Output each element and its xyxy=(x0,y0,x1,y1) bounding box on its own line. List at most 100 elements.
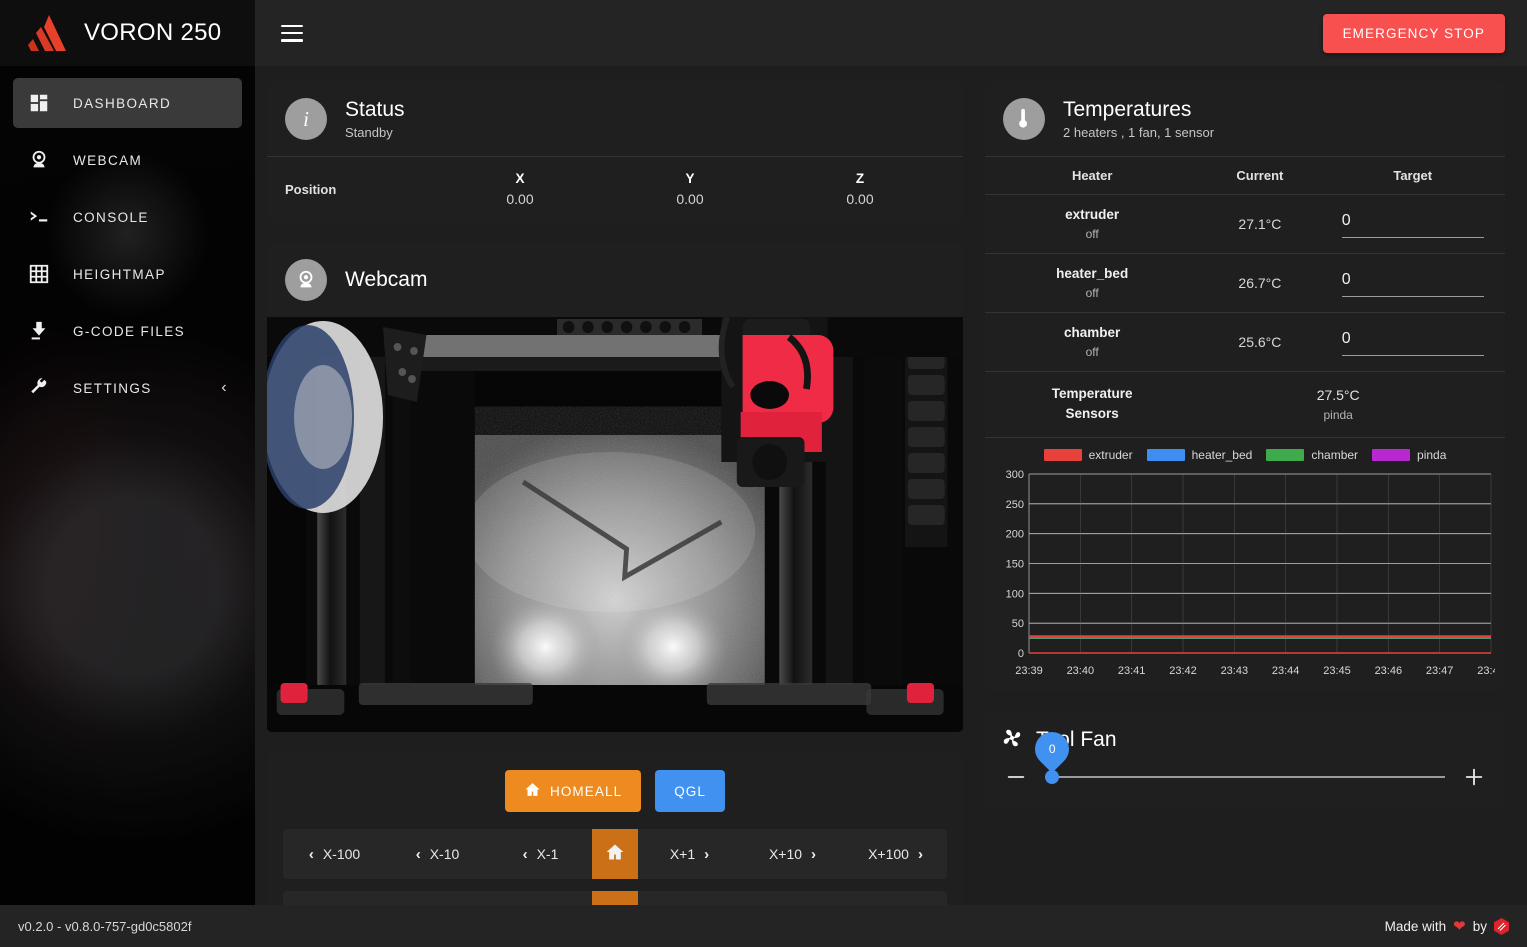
legend-swatch xyxy=(1266,448,1305,461)
plus-icon[interactable] xyxy=(1461,766,1487,788)
chart-legend: extruder heater_bed chamber pinda xyxy=(995,448,1495,462)
dashboard-icon xyxy=(27,91,51,115)
legend-item-extruder[interactable]: extruder xyxy=(1043,448,1133,462)
move-x-plus-10-button[interactable]: X+10 › xyxy=(741,829,844,879)
position-label: Position xyxy=(285,181,337,197)
move-y-plus-1-button[interactable]: Y+1 › xyxy=(638,891,741,905)
webcam-title: Webcam xyxy=(345,267,428,291)
brand-title: VORON 250 xyxy=(84,19,222,46)
minus-icon[interactable] xyxy=(1003,766,1029,788)
status-card-titles: Status Standby xyxy=(345,98,405,140)
axis-value: 0.00 xyxy=(846,191,874,207)
sensors-label-line1: Temperature xyxy=(1051,386,1133,401)
move-x-minus-10-button[interactable]: ‹ X-10 xyxy=(386,829,489,879)
emergency-stop-button[interactable]: EMERGENCY STOP xyxy=(1322,13,1505,53)
chevron-right-icon: › xyxy=(704,845,710,863)
home-all-label: HOMEALL xyxy=(549,783,623,799)
sidebar-item-gcode-files[interactable]: G-CODE FILES xyxy=(13,306,242,356)
heater-name: chamber xyxy=(1064,325,1121,340)
made-with-prefix: Made with xyxy=(1384,918,1447,934)
button-label: X-10 xyxy=(429,846,460,862)
brand-area: VORON 250 xyxy=(0,0,255,66)
sidebar-collapse-chevron-icon[interactable]: ‹ xyxy=(221,380,228,396)
temperature-sensors-row: Temperature Sensors 27.5°C pinda xyxy=(985,372,1505,437)
move-y-minus-100-button[interactable]: ‹ Y-100 xyxy=(283,891,386,905)
chart-y-tick: 150 xyxy=(1006,558,1024,570)
position-row: Position X 0.00 Y 0.00 Z 0.00 xyxy=(267,157,963,223)
chart-y-tick: 100 xyxy=(1006,588,1024,600)
voron-logo-icon xyxy=(26,13,72,53)
home-all-button[interactable]: HOMEALL xyxy=(504,770,642,812)
sensors-label-line2: Sensors xyxy=(1065,406,1119,422)
move-y-plus-10-button[interactable]: Y+10 › xyxy=(741,891,844,905)
temperatures-subtitle: 2 heaters , 1 fan, 1 sensor xyxy=(1063,124,1215,140)
heater-target-cell xyxy=(1334,269,1491,297)
sidebar: DASHBOARD WEBCAM CONSOLE HEIGHTMAP G-COD… xyxy=(0,66,255,905)
axis-label: X xyxy=(515,171,525,186)
sidebar-item-label: G-CODE FILES xyxy=(73,323,186,339)
axis-label: Y xyxy=(685,171,695,186)
extruder-target-input[interactable] xyxy=(1341,210,1484,238)
legend-item-chamber[interactable]: chamber xyxy=(1266,448,1358,462)
qgl-button[interactable]: QGL xyxy=(655,770,726,812)
heightmap-grid-icon xyxy=(27,262,51,286)
move-x-plus-1-button[interactable]: X+1 › xyxy=(638,829,741,879)
move-row-x: ‹ X-100 ‹ X-10 ‹ X-1 X+1 › X+10 › X+100 … xyxy=(283,829,947,879)
chart-x-tick: 23:41 xyxy=(1118,665,1146,677)
move-controls-card: HOMEALL QGL ‹ X-100 ‹ X-10 ‹ X-1 X+1 › X… xyxy=(267,752,963,905)
tool-fan-slider[interactable]: 0 xyxy=(1027,724,1445,790)
status-subtitle: Standby xyxy=(345,124,393,140)
heater-current-value: 27.1°C xyxy=(1238,216,1282,232)
chart-x-tick: 23:46 xyxy=(1375,665,1403,677)
temperatures-table-header: Heater Current Target xyxy=(985,157,1505,194)
sidebar-item-webcam[interactable]: WEBCAM xyxy=(13,135,242,185)
main-content: i Status Standby Position X 0.00 Y 0.00 … xyxy=(255,66,1527,905)
legend-swatch xyxy=(1372,448,1411,461)
temperature-sensors-label: Temperature Sensors xyxy=(999,384,1185,425)
hamburger-icon[interactable] xyxy=(281,24,303,42)
sidebar-item-dashboard[interactable]: DASHBOARD xyxy=(13,78,242,128)
move-x-minus-100-button[interactable]: ‹ X-100 xyxy=(283,829,386,879)
chart-x-tick: 23:44 xyxy=(1272,665,1300,677)
move-x-minus-1-button[interactable]: ‹ X-1 xyxy=(489,829,592,879)
sidebar-item-console[interactable]: CONSOLE xyxy=(13,192,242,242)
chart-x-tick: 23:42 xyxy=(1169,665,1197,677)
sidebar-item-label: DASHBOARD xyxy=(73,95,172,111)
legend-item-heater-bed[interactable]: heater_bed xyxy=(1146,448,1252,462)
footer-bar: v0.2.0 - v0.8.0-757-gd0c5802f Made with … xyxy=(0,905,1527,947)
sensor-value: 27.5°C xyxy=(1316,386,1360,403)
tool-fan-controls: 0 xyxy=(985,724,1505,810)
axis-label: Z xyxy=(855,171,865,186)
move-x-plus-100-button[interactable]: X+100 › xyxy=(844,829,947,879)
heater-bed-target-input[interactable] xyxy=(1341,269,1484,297)
chamber-target-input[interactable] xyxy=(1341,328,1484,356)
sidebar-item-heightmap[interactable]: HEIGHTMAP xyxy=(13,249,242,299)
chart-x-tick: 23:45 xyxy=(1323,665,1351,677)
table-row: extruder off 27.1°C xyxy=(985,195,1505,253)
sensor-name: pinda xyxy=(1323,407,1353,422)
sidebar-nav: DASHBOARD WEBCAM CONSOLE HEIGHTMAP G-COD… xyxy=(0,78,255,413)
column-header-heater: Heater xyxy=(1071,168,1113,183)
home-y-button[interactable] xyxy=(592,891,638,905)
webcam-stream[interactable] xyxy=(267,317,963,732)
app-root: VORON 250 EMERGENCY STOP DASHBOARD WEBCA… xyxy=(0,0,1527,947)
column-header-current: Current xyxy=(1236,168,1284,183)
info-icon: i xyxy=(285,98,327,140)
home-x-button[interactable] xyxy=(592,829,638,879)
chart-x-tick: 23:48 xyxy=(1477,665,1495,677)
chart-x-tick: 23:47 xyxy=(1426,665,1454,677)
slider-thumb[interactable]: 0 xyxy=(1027,724,1077,784)
chart-x-tick: 23:40 xyxy=(1067,665,1095,677)
right-column: Temperatures 2 heaters , 1 fan, 1 sensor… xyxy=(985,82,1505,810)
button-label: X+100 xyxy=(868,846,909,862)
legend-item-pinda[interactable]: pinda xyxy=(1372,448,1446,462)
sidebar-item-settings[interactable]: SETTINGS ‹ xyxy=(13,363,242,413)
move-y-minus-10-button[interactable]: ‹ Y-10 xyxy=(386,891,489,905)
move-y-minus-1-button[interactable]: ‹ Y-1 xyxy=(489,891,592,905)
move-y-plus-100-button[interactable]: Y+100 › xyxy=(844,891,947,905)
table-row: chamber off 25.6°C xyxy=(985,313,1505,371)
top-bar: VORON 250 EMERGENCY STOP xyxy=(0,0,1527,66)
heater-state: off xyxy=(1085,227,1099,241)
temperatures-title: Temperatures xyxy=(1063,98,1192,122)
webcam-card-header: Webcam xyxy=(267,243,963,317)
